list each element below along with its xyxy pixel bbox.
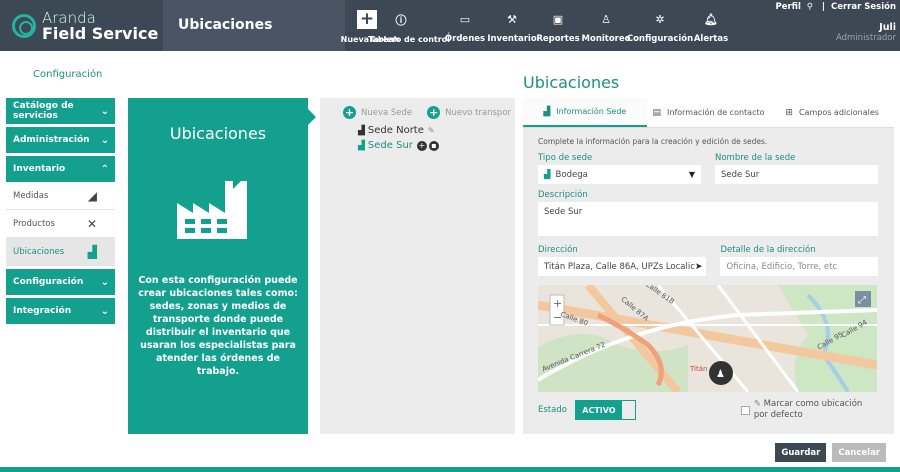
dolly-icon: ⚒ (507, 13, 517, 26)
aranda-logo-icon (12, 13, 36, 38)
factory-icon (177, 181, 247, 239)
user-name: Juli (879, 22, 896, 33)
user-role: Administrador (835, 33, 896, 43)
top-bar: Aranda Field Service Ubicaciones + Nueva… (0, 0, 900, 51)
bell-icon: 🔔︎ (704, 13, 718, 26)
address-label: Dirección (538, 245, 578, 255)
new-site-button[interactable]: Nueva Sede (361, 108, 412, 118)
form-tabs: ▟ Información Sede ▤ Información de contac… (523, 98, 894, 128)
site-type-select[interactable]: ▟ Bodega ▼ (538, 165, 701, 184)
delete-icon[interactable]: ▪ (428, 140, 439, 151)
building-icon: ▟ (544, 169, 551, 180)
tree-node-sede-sur[interactable]: ▟ Sede Sur + ▪ (320, 138, 515, 153)
tab-additional-fields[interactable]: ⊞ Campos adicionales (770, 98, 894, 127)
default-location-label: ✎ Marcar como ubicación por defecto (753, 399, 863, 420)
nav-inventory[interactable]: ⚒ Inventario (487, 0, 536, 51)
tree-node-sede-norte[interactable]: ▟ Sede Norte ✎ (320, 123, 515, 138)
sidebar-group-configuration[interactable]: Configuración ⌄ (6, 269, 115, 295)
map[interactable]: + − ⤢ ♟ Calle 81B Calle 80 Calle 87A Cal… (538, 285, 877, 392)
window-icon: ▭ (459, 13, 471, 26)
sidebar-item-products[interactable]: Productos ✕ (6, 210, 115, 238)
chevron-down-icon: ⌄ (100, 134, 109, 146)
brand-logo-area[interactable]: Aranda Field Service (0, 0, 163, 51)
chevron-down-icon: ⌄ (100, 105, 109, 117)
sidebar-item-locations[interactable]: Ubicaciones ▟ (6, 238, 115, 266)
site-type-label: Tipo de sede (538, 153, 593, 163)
chevron-up-icon: ⌃ (100, 163, 109, 175)
sidebar-group-inventory[interactable]: Inventario ⌃ (6, 156, 115, 182)
status-label: Estado (538, 405, 567, 415)
map-label-poi: Titán (690, 365, 708, 373)
site-name-input[interactable]: Sede Sur (715, 165, 878, 184)
pin-icon: ✎ (427, 126, 435, 135)
new-transport-button[interactable]: Nuevo transpor (445, 108, 511, 118)
nav-monitor[interactable]: ♙ Monitoreo (581, 0, 631, 51)
svg-text:♟: ♟ (716, 369, 725, 380)
location-arrow-icon[interactable]: ➤ (695, 262, 703, 272)
add-transport-icon[interactable]: + (427, 106, 441, 119)
nav-reports[interactable]: ▣ Reportes (535, 0, 581, 51)
building-icon: ▟ (358, 140, 365, 151)
user-area: Perfil ⚲ | Cerrar Sesión Juli Administra… (775, 2, 896, 43)
tools-icon: ✕ (86, 216, 97, 231)
info-card-text: Con esta configuración puede crear ubica… (138, 275, 298, 377)
sidebar: Catálogo de servicios ⌄ Administración ⌄ I… (6, 98, 115, 327)
site-name-label: Nombre de la sede (715, 153, 796, 163)
page-title: Ubicaciones (523, 73, 620, 92)
breadcrumb[interactable]: Configuración (33, 69, 102, 80)
plus-square-icon: ⊞ (785, 107, 793, 118)
tab-contact-info[interactable]: ▤ Información de contacto (647, 98, 771, 127)
plus-icon: + (357, 10, 377, 29)
gear-icon: ✲ (655, 13, 665, 26)
building-icon: ▟ (358, 125, 365, 136)
logout-link[interactable]: Cerrar Sesión (831, 2, 896, 12)
status-toggle[interactable]: ACTIVO (574, 400, 637, 420)
svg-text:+: + (553, 297, 562, 310)
sidebar-group-catalog[interactable]: Catálogo de servicios ⌄ (6, 98, 115, 124)
location-form: ▟ Información Sede ▤ Información de contac… (523, 98, 894, 434)
nav-configuration[interactable]: ✲ Configuración (627, 0, 693, 51)
address-input[interactable]: Titán Plaza, Calle 86A, UPZs Localic ➤ (538, 257, 707, 276)
sidebar-group-integration[interactable]: Integración ⌄ (6, 298, 115, 324)
default-location-checkbox[interactable] (741, 405, 750, 415)
monitor-icon: ♙ (601, 13, 611, 26)
tab-site-info[interactable]: ▟ Información Sede (523, 98, 647, 127)
user-icon: ⚲ (803, 2, 816, 12)
info-icon: ⓘ (395, 14, 407, 27)
factory-icon: ▟ (87, 244, 97, 259)
location-tree: + Nueva Sede + Nuevo transpor ▟ Sede Nor… (320, 98, 515, 434)
info-card: Ubicaciones Con esta configuración puede… (128, 98, 316, 434)
add-site-icon[interactable]: + (343, 106, 356, 119)
footer-bar (0, 467, 900, 472)
address-detail-label: Detalle de la dirección (720, 245, 816, 255)
nav-dashboard[interactable]: ⓘ Tablero de control (368, 0, 450, 51)
info-card-title: Ubicaciones (169, 124, 267, 143)
main-nav: + NuevaTareah ⓘ Tablero de control ▭ Órd… (341, 0, 733, 51)
section-title: Ubicaciones (163, 0, 345, 51)
add-child-icon[interactable]: + (416, 140, 427, 151)
chevron-down-icon: ⌄ (100, 305, 109, 317)
nav-alerts[interactable]: 🔔︎ Alertas (689, 0, 733, 51)
cancel-button[interactable]: Cancelar (832, 443, 886, 462)
sidebar-group-administration[interactable]: Administración ⌄ (6, 127, 115, 153)
profile-link[interactable]: Perfil (775, 2, 800, 12)
description-textarea[interactable]: Sede Sur (538, 202, 878, 236)
id-card-icon: ▤ (652, 107, 662, 118)
brand-name-line2: Field Service (42, 23, 159, 43)
save-button[interactable]: Guardar (775, 443, 827, 462)
ruler-icon: ◢ (87, 188, 97, 203)
svg-text:⤢: ⤢ (858, 295, 866, 306)
chevron-down-icon: ⌄ (100, 276, 109, 288)
address-detail-input[interactable]: Oficina, Edificio, Torre, etc (720, 257, 878, 276)
report-icon: ▣ (552, 13, 564, 26)
sidebar-item-measures[interactable]: Medidas ◢ (6, 182, 115, 210)
building-icon: ▟ (543, 106, 551, 117)
caret-down-icon: ▼ (688, 170, 695, 179)
pin-icon: ✎ (753, 399, 764, 409)
description-label: Descripción (538, 190, 588, 200)
form-hint: Complete la información para la creación… (538, 137, 768, 146)
